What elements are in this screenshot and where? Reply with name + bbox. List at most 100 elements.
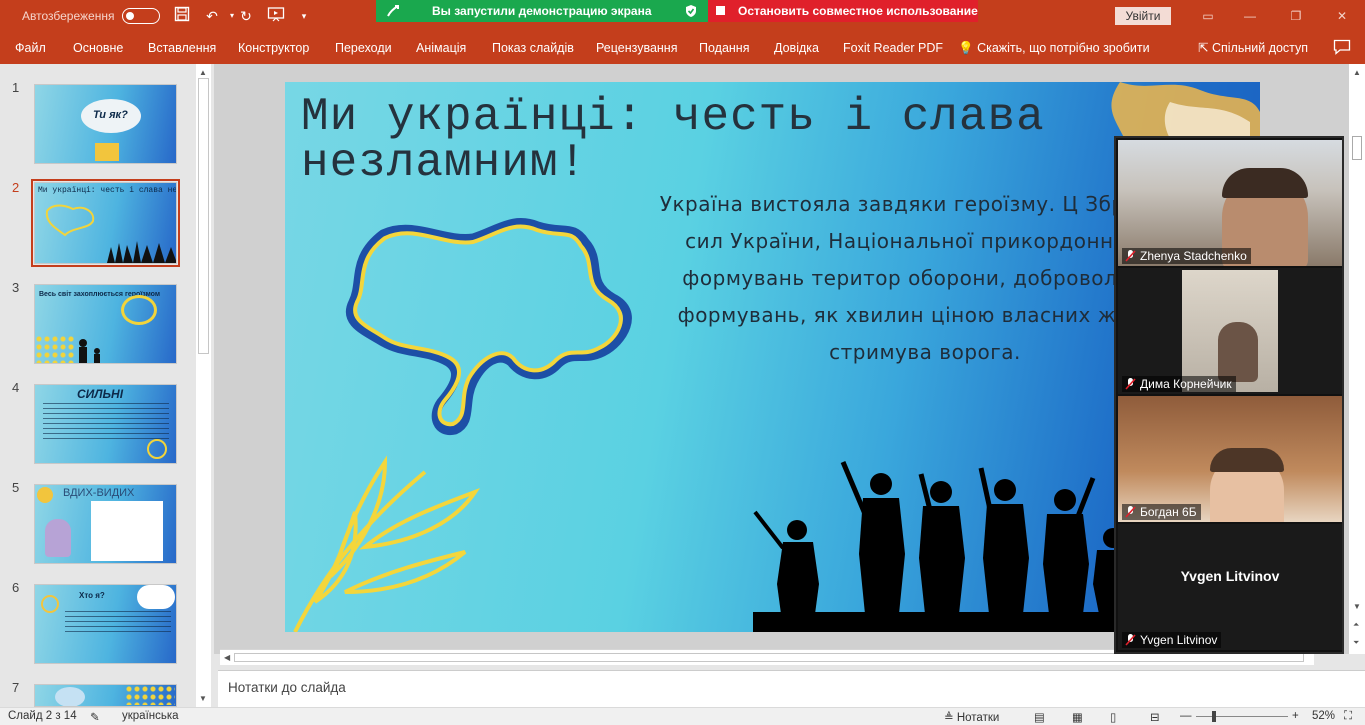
tab-slideshow[interactable]: Показ слайдів	[492, 41, 574, 55]
video-tile[interactable]: Yvgen Litvinov Yvgen Litvinov	[1118, 524, 1342, 650]
scroll-thumb[interactable]	[1352, 136, 1362, 160]
slide-thumbnail-1[interactable]: Ти як?	[34, 84, 177, 164]
normal-view-icon[interactable]: ▤	[1034, 710, 1045, 724]
ukraine-map-outline	[345, 218, 632, 436]
notes-toggle[interactable]: ≜ Нотатки	[944, 710, 999, 724]
editor-vertical-scrollbar[interactable]: ▲ ▼ ⏶ ⏷	[1349, 64, 1365, 654]
stop-share-button[interactable]: Остановить совместное использование	[708, 0, 978, 22]
autosave-label: Автозбереження	[22, 9, 115, 23]
thumb-number: 3	[12, 280, 20, 295]
video-tile[interactable]: Богдан 6Б	[1118, 396, 1342, 522]
scroll-thumb[interactable]	[234, 653, 1304, 662]
lightbulb-icon: 💡	[958, 41, 974, 55]
previous-slide-icon[interactable]: ⏶	[1353, 620, 1359, 630]
zoom-out-icon[interactable]: —	[1180, 710, 1192, 722]
tab-animations[interactable]: Анімація	[416, 41, 466, 55]
slideshow-start-icon[interactable]	[266, 6, 286, 26]
share-status-text: Вы запустили демонстрацию экрана	[432, 4, 652, 18]
scroll-thumb[interactable]	[198, 78, 209, 354]
tab-review[interactable]: Рецензування	[596, 41, 677, 55]
participant-name: Дима Корнейчик	[1122, 376, 1236, 392]
thumb-caption: Ти як?	[93, 109, 128, 121]
wheat-decoration	[293, 455, 481, 632]
minimize-button[interactable]: —	[1240, 6, 1260, 26]
slideshow-view-icon[interactable]: ⊟	[1150, 710, 1160, 724]
notes-icon: ≜	[944, 712, 954, 724]
screen-share-icon	[387, 5, 399, 17]
slide-thumbnail-7[interactable]	[34, 684, 177, 707]
video-tile[interactable]: Дима Корнейчик	[1118, 268, 1342, 394]
signin-button[interactable]: Увійти	[1115, 7, 1171, 25]
participant-name: Zhenya Stadchenko	[1122, 248, 1251, 264]
video-tile[interactable]: Zhenya Stadchenko	[1118, 140, 1342, 266]
notes-pane[interactable]: Нотатки до слайда	[218, 670, 1365, 707]
slide-title[interactable]: Ми українці: честь і слава незламним!	[301, 94, 1201, 186]
share-label: Спільний доступ	[1211, 41, 1309, 55]
status-bar: Слайд 2 з 14 ✎ українська ≜ Нотатки ▤ ▦ …	[0, 707, 1365, 725]
share-button[interactable]: ⇱ Спільний доступ	[1198, 40, 1308, 55]
ribbon-tabs: Файл Основне Вставлення Конструктор Пере…	[0, 32, 1365, 64]
thumb-number: 6	[12, 580, 20, 595]
comments-icon[interactable]	[1333, 39, 1351, 55]
undo-icon[interactable]: ↶	[202, 6, 222, 26]
reading-view-icon[interactable]: ▯	[1110, 710, 1116, 724]
next-slide-icon[interactable]: ⏷	[1353, 638, 1359, 648]
participant-name: Yvgen Litvinov	[1122, 632, 1222, 648]
tab-insert[interactable]: Вставлення	[148, 41, 216, 55]
zoom-level[interactable]: 52%	[1312, 710, 1335, 722]
slide-thumbnail-5[interactable]: ВДИХ-ВИДИХ	[34, 484, 177, 564]
tab-home[interactable]: Основне	[73, 41, 123, 55]
slide-thumbnail-4[interactable]: СИЛЬНІ	[34, 384, 177, 464]
spellcheck-icon[interactable]: ✎	[90, 710, 100, 724]
tell-me-search[interactable]: 💡 Скажіть, що потрібно зробити	[958, 41, 1150, 56]
zoom-slider[interactable]	[1196, 716, 1288, 717]
slide-thumbnail-2[interactable]: Ми українці: честь і слава незламним!	[31, 179, 180, 267]
title-bar: Автозбереження ↶ ▾ ↻ ▾ Вы запустили демо…	[0, 0, 1365, 32]
thumb-number: 2	[12, 180, 20, 195]
tab-help[interactable]: Довідка	[774, 41, 819, 55]
maximize-button[interactable]: ❐	[1286, 6, 1306, 26]
tab-design[interactable]: Конструктор	[238, 41, 309, 55]
thumb-caption: Хто я?	[79, 591, 105, 600]
slide-thumbnail-6[interactable]: Хто я?	[34, 584, 177, 664]
language-indicator[interactable]: українська	[122, 710, 179, 722]
screen-share-banner: Вы запустили демонстрацию экрана	[376, 0, 708, 22]
slide-counter: Слайд 2 з 14	[8, 710, 77, 722]
tab-transitions[interactable]: Переходи	[335, 41, 392, 55]
participant-display-name: Yvgen Litvinov	[1180, 568, 1280, 584]
video-call-panel: Zhenya Stadchenko Дима Корнейчик Богдан …	[1114, 136, 1344, 654]
mic-muted-icon	[1125, 250, 1136, 262]
zoom-in-icon[interactable]: +	[1292, 710, 1299, 722]
thumb-number: 1	[12, 80, 20, 95]
thumbnails-scrollbar[interactable]: ▲ ▼	[196, 64, 211, 707]
fit-to-window-icon[interactable]: ⛶	[1344, 710, 1352, 723]
scroll-down-icon[interactable]: ▼	[1353, 602, 1361, 611]
close-button[interactable]: ✕	[1332, 6, 1352, 26]
scroll-left-icon[interactable]: ◀	[224, 653, 230, 662]
notes-placeholder[interactable]: Нотатки до слайда	[228, 680, 346, 695]
thumb-number: 7	[12, 680, 20, 695]
slide-thumbnails-pane: 1 Ти як? 2 Ми українці: честь і слава не…	[0, 64, 214, 707]
scroll-up-icon[interactable]: ▲	[199, 68, 207, 77]
customize-toolbar-icon[interactable]: ▾	[294, 6, 314, 26]
scroll-down-icon[interactable]: ▼	[199, 694, 207, 703]
thumb-caption: Ми українці: честь і слава незламним!	[38, 186, 177, 195]
redo-icon[interactable]: ↻	[236, 6, 256, 26]
thumb-number: 4	[12, 380, 20, 395]
share-icon: ⇱	[1198, 41, 1209, 55]
slide-thumbnail-3[interactable]: Весь світ захоплюється героїзмом	[34, 284, 177, 364]
tab-view[interactable]: Подання	[699, 41, 749, 55]
powerpoint-window: Автозбереження ↶ ▾ ↻ ▾ Вы запустили демо…	[0, 0, 1365, 725]
tab-file[interactable]: Файл	[15, 41, 46, 55]
mic-muted-icon	[1125, 634, 1136, 646]
mic-muted-icon	[1125, 506, 1136, 518]
zoom-slider-thumb[interactable]	[1212, 711, 1216, 722]
shield-check-icon	[686, 5, 696, 17]
autosave-toggle[interactable]	[122, 8, 160, 24]
save-icon[interactable]	[172, 6, 192, 26]
ribbon-display-options-icon[interactable]: ▭	[1198, 6, 1218, 26]
tab-foxit[interactable]: Foxit Reader PDF	[843, 41, 943, 55]
scroll-up-icon[interactable]: ▲	[1353, 68, 1361, 77]
thumb-number: 5	[12, 480, 20, 495]
slide-sorter-icon[interactable]: ▦	[1072, 710, 1083, 724]
